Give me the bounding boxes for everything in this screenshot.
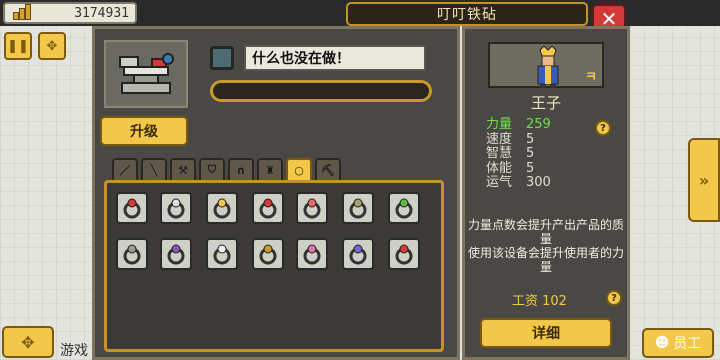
bead-necklace-icon [349, 198, 367, 219]
item-slot[interactable] [252, 192, 284, 224]
pendant-icon [123, 244, 141, 265]
staff-icon: ╲ [150, 163, 158, 177]
item-slot[interactable] [206, 238, 238, 270]
stat-label: 速度 [486, 131, 513, 147]
staff-button[interactable]: ☻ 员工 [642, 328, 714, 358]
pause-icon: ❚❚ [7, 38, 29, 54]
character-name: 王子 [530, 94, 561, 112]
ring-icon: ○ [294, 163, 304, 177]
stat-label: 运气 [486, 175, 513, 190]
coins-icon [13, 4, 33, 20]
item-slot[interactable] [252, 238, 284, 270]
item-slot[interactable] [388, 192, 420, 224]
item-slot[interactable] [116, 238, 148, 270]
move-button[interactable]: ✥ [38, 32, 66, 60]
stat-value: 259 [526, 117, 551, 132]
fast-forward-icon: » [698, 170, 710, 190]
pearl-ring-icon [303, 198, 321, 219]
stat-value: 300 [526, 175, 551, 190]
dpad-icon: ✥ [21, 332, 35, 352]
wage-help-icon[interactable]: ? [606, 290, 622, 306]
detail-button[interactable]: 详细 [480, 318, 612, 348]
tab-tool[interactable]: ⛏ [315, 158, 341, 180]
tab-shield[interactable]: ⛉ [199, 158, 225, 180]
dpad-button[interactable]: ✥ [2, 326, 54, 358]
axe-icon: ⚒ [178, 163, 188, 177]
gold-ring-icon [259, 244, 277, 265]
strength-help-icon[interactable]: ? [595, 120, 611, 136]
wage-text: 工资 102 [512, 294, 567, 309]
window-title: 叮叮铁砧 [437, 7, 497, 23]
category-tabs: ／ ╲ ⚒ ⛉ ∩ ♜ ○ ⛏ [112, 158, 341, 180]
rose-ring-icon [395, 244, 413, 265]
side-expand-button[interactable]: » [688, 138, 720, 222]
amethyst-ring-icon [349, 244, 367, 265]
progress-bar [210, 80, 432, 102]
staff-icon: ☻ [654, 335, 670, 351]
game-text: 游戏 [60, 343, 88, 359]
item-slot[interactable] [296, 238, 328, 270]
stat-row: 运气 300 [486, 175, 551, 191]
stat-row: 智慧 5 [486, 146, 551, 162]
anvil-icon [119, 53, 174, 94]
item-slot[interactable] [160, 238, 192, 270]
tool-icon: ⛏ [321, 163, 335, 177]
stat-label: 体能 [486, 160, 513, 176]
item-slot[interactable] [388, 238, 420, 270]
grape-necklace-icon [167, 244, 185, 265]
tab-ring[interactable]: ○ [286, 158, 312, 180]
item-slot[interactable] [160, 192, 192, 224]
tab-armor[interactable]: ♜ [257, 158, 283, 180]
item-slot[interactable] [342, 192, 374, 224]
stat-value: 5 [526, 160, 535, 176]
effect-description: 力量点数会提升产出产品的质量 使用该设备会提升使用者的力量 [467, 218, 624, 274]
armor-icon: ♜ [265, 163, 275, 177]
item-slot[interactable] [206, 192, 238, 224]
stat-row: 速度 5 [486, 131, 551, 148]
money-display: 3174931 [3, 2, 137, 24]
stat-label: 力量 [486, 117, 513, 132]
tab-helmet[interactable]: ∩ [228, 158, 254, 180]
level-up-icon: ㅋ [582, 66, 600, 85]
ring-red-icon [123, 198, 141, 219]
stat-value: 5 [526, 131, 535, 147]
level-badge: ㅋ [585, 69, 597, 85]
staff-label: 员工 [673, 336, 702, 352]
auto-checkbox[interactable] [210, 46, 234, 70]
status-text: 什么也没在做！ [244, 45, 426, 71]
upgrade-button[interactable]: 升级 [100, 116, 188, 146]
anvil-machine-image [104, 40, 188, 108]
emerald-ring-icon [395, 198, 413, 219]
helmet-icon: ∩ [236, 163, 246, 177]
heart-necklace-icon [303, 244, 321, 265]
item-slot[interactable] [296, 192, 328, 224]
item-slot[interactable] [342, 238, 374, 270]
tab-sword[interactable]: ／ [112, 158, 138, 180]
window-title-bar: 叮叮铁砧 [346, 2, 588, 26]
pause-button[interactable]: ❚❚ [4, 32, 32, 60]
tab-staff[interactable]: ╲ [141, 158, 167, 180]
tab-axe[interactable]: ⚒ [170, 158, 196, 180]
shield-icon: ⛉ [207, 163, 217, 176]
character-stats: 力量 259 速度 5 智慧 5 体能 5 运气 300 [486, 117, 551, 191]
stat-value: 5 [526, 146, 535, 161]
stat-row: 力量 259 [486, 117, 551, 133]
sword-icon: ／ [119, 164, 131, 177]
ruby-ring-icon [259, 198, 277, 219]
item-slot[interactable] [116, 192, 148, 224]
move-icon: ✥ [46, 38, 58, 54]
horn-icon [213, 244, 231, 265]
ring-moon-icon [167, 198, 185, 219]
money-value: 3174931 [74, 5, 129, 21]
star-ring-icon [213, 198, 231, 219]
stat-label: 智慧 [486, 146, 513, 161]
stat-row: 体能 5 [486, 160, 551, 177]
